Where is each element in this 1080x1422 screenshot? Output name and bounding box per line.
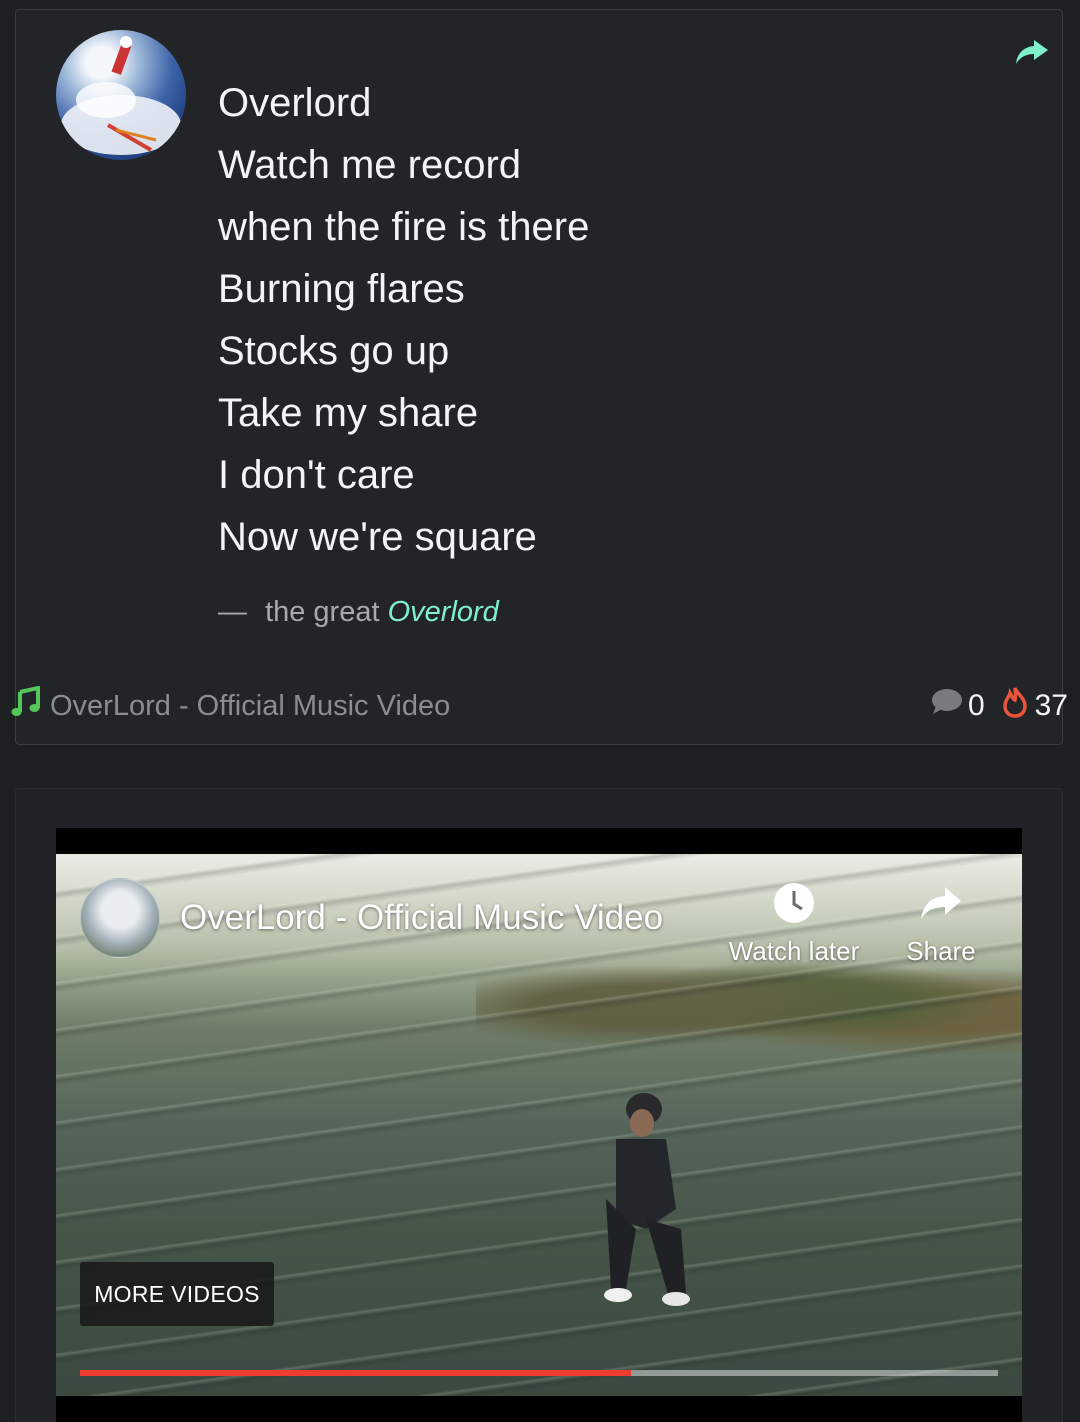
comment-count-value: 0 <box>967 689 985 722</box>
clock-icon <box>719 880 869 926</box>
video-frame[interactable]: OverLord - Official Music Video Watch la… <box>56 854 1022 1396</box>
attribution-dash: — <box>218 596 247 628</box>
track-link-label: OverLord - Official Music Video <box>50 689 451 722</box>
poem-line: I don't care <box>218 453 415 497</box>
flame-icon <box>1001 686 1029 726</box>
watch-later-label: Watch later <box>728 936 860 966</box>
poem-line: Burning flares <box>218 267 465 311</box>
video-player[interactable]: OverLord - Official Music Video Watch la… <box>56 828 1022 1422</box>
attribution-prefix: the great <box>265 596 380 628</box>
video-person <box>576 1079 696 1319</box>
fire-count-value: 37 <box>1034 689 1068 722</box>
video-share-button[interactable]: Share <box>866 880 1016 967</box>
poem-line: Watch me record <box>218 143 522 187</box>
share-arrow-icon <box>866 880 1016 926</box>
author-avatar[interactable] <box>56 30 186 160</box>
more-videos-button[interactable]: MORE VIDEOS <box>80 1262 274 1326</box>
channel-avatar[interactable] <box>80 878 160 958</box>
share-arrow-icon[interactable] <box>1014 36 1050 68</box>
poem-line: Overlord <box>218 81 372 125</box>
music-note-icon <box>10 685 42 726</box>
share-label: Share <box>906 936 976 966</box>
poem-line: when the fire is there <box>218 205 590 249</box>
video-title[interactable]: OverLord - Official Music Video <box>180 898 663 938</box>
comment-count[interactable]: 0 <box>930 688 985 724</box>
attribution: — the great Overlord <box>218 596 499 629</box>
progress-bar[interactable] <box>80 1370 998 1376</box>
post-stats: 0 37 <box>920 686 1068 726</box>
poem: Overlord Watch me record when the fire i… <box>218 72 589 568</box>
comment-bubble-icon <box>930 688 962 724</box>
track-link[interactable]: OverLord - Official Music Video <box>10 685 451 726</box>
poem-line: Now we're square <box>218 515 537 559</box>
progress-fill <box>80 1370 631 1376</box>
poem-line: Stocks go up <box>218 329 450 373</box>
poem-line: Take my share <box>218 391 479 435</box>
fire-count[interactable]: 37 <box>1001 686 1068 726</box>
watch-later-button[interactable]: Watch later <box>719 880 869 967</box>
attribution-author-link[interactable]: Overlord <box>388 596 499 628</box>
